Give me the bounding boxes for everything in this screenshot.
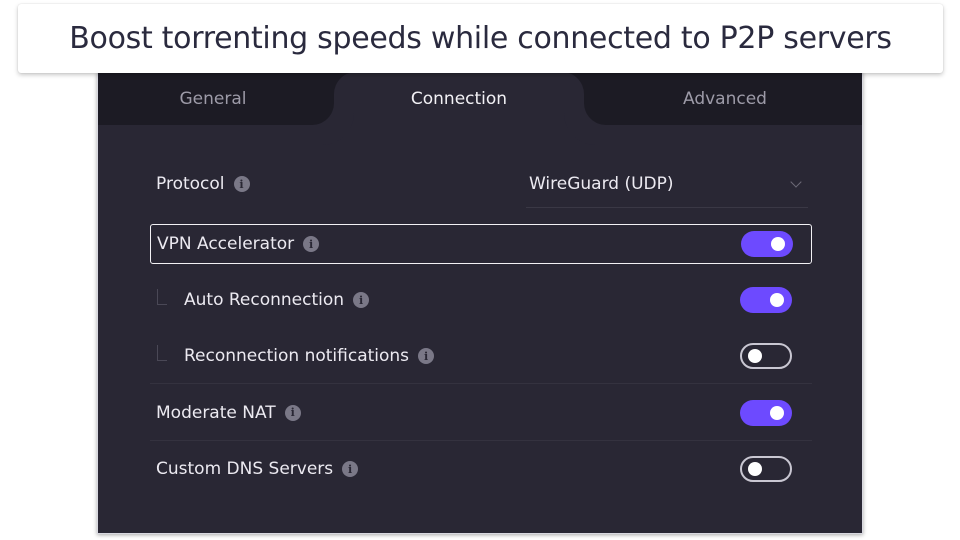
setting-label: VPN Accelerator <box>157 234 295 254</box>
setting-row-auto-reconnection: Auto Reconnection i <box>150 272 812 328</box>
info-icon[interactable]: i <box>284 404 301 421</box>
tab-general[interactable]: General <box>138 72 288 125</box>
protocol-select-value: WireGuard (UDP) <box>529 173 674 194</box>
toggle-knob <box>771 237 785 251</box>
toggle-knob <box>748 349 762 363</box>
info-icon[interactable]: i <box>353 292 370 308</box>
custom-dns-toggle[interactable] <box>740 456 792 482</box>
toggle-knob <box>770 405 784 420</box>
caption-banner: Boost torrenting speeds while connected … <box>18 4 943 73</box>
info-icon[interactable]: i <box>342 461 359 477</box>
connection-settings: Protocol i WireGuard (UDP) VPN Accelerat… <box>150 160 812 497</box>
setting-row-custom-dns: Custom DNS Servers i <box>150 441 812 497</box>
toggle-knob <box>748 462 762 476</box>
tab-connection[interactable]: Connection <box>334 72 584 125</box>
setting-label: Protocol <box>156 174 225 194</box>
tab-advanced[interactable]: Advanced <box>648 72 802 125</box>
setting-label: Moderate NAT <box>156 402 276 423</box>
info-icon[interactable]: i <box>303 236 320 252</box>
tree-branch-icon <box>157 289 167 305</box>
tab-bar: General Connection Advanced <box>98 72 862 125</box>
protocol-select[interactable]: WireGuard (UDP) <box>526 160 808 208</box>
toggle-knob <box>770 293 784 307</box>
setting-row-reconnection-notifications: Reconnection notifications i <box>150 328 812 384</box>
setting-label: Auto Reconnection <box>184 290 345 310</box>
info-icon[interactable]: i <box>233 176 250 192</box>
setting-row-vpn-accelerator: VPN Accelerator i <box>150 224 812 264</box>
moderate-nat-toggle[interactable] <box>740 399 792 426</box>
caption-text: Boost torrenting speeds while connected … <box>69 21 892 56</box>
chevron-down-icon <box>790 176 802 188</box>
setting-row-protocol: Protocol i WireGuard (UDP) <box>150 160 812 216</box>
auto-reconnection-toggle[interactable] <box>740 287 792 313</box>
setting-label: Custom DNS Servers <box>156 459 334 479</box>
vpn-accelerator-toggle[interactable] <box>741 231 793 257</box>
setting-row-moderate-nat: Moderate NAT i <box>150 384 812 441</box>
tree-branch-icon <box>157 345 167 361</box>
reconnection-notifications-toggle[interactable] <box>740 343 792 369</box>
settings-window: General Connection Advanced Protocol i W… <box>97 72 863 534</box>
setting-label: Reconnection notifications <box>184 346 410 366</box>
info-icon[interactable]: i <box>418 348 435 364</box>
